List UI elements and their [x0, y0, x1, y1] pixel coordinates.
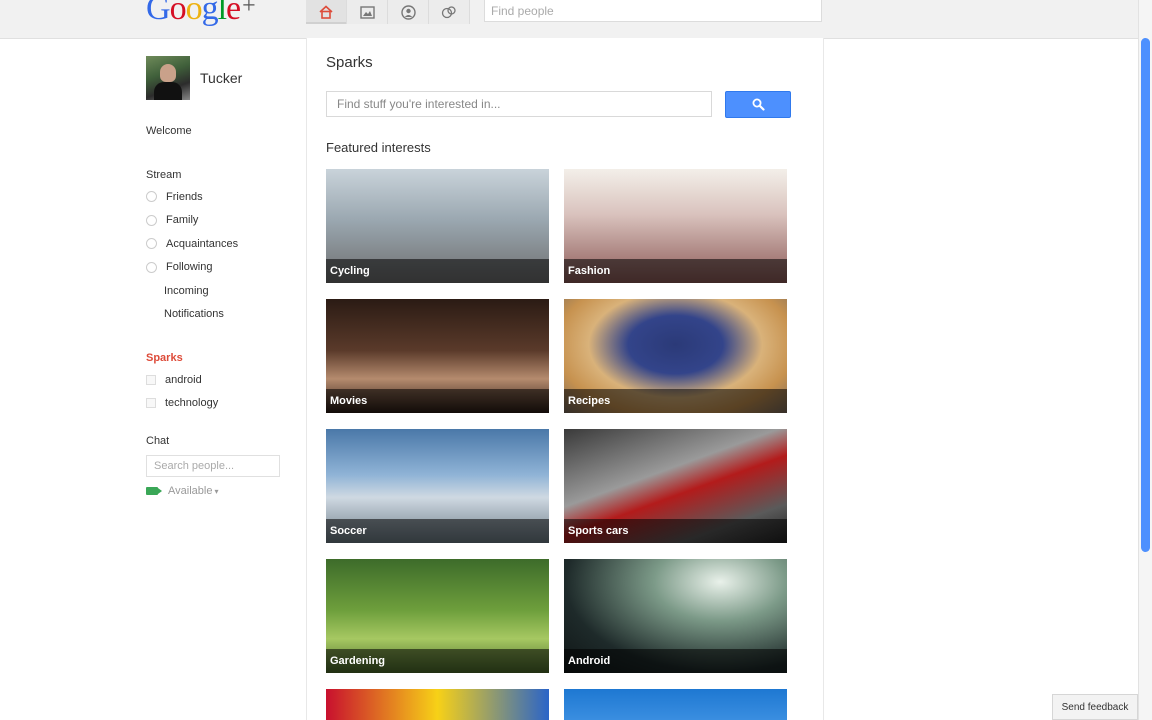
interest-tile-fashion[interactable]: Fashion	[564, 169, 787, 283]
logo-letter: o	[169, 0, 187, 27]
video-camera-icon	[146, 487, 162, 495]
chat-status-label: Available	[168, 485, 213, 497]
interest-caption: Fashion	[564, 259, 787, 283]
google-plus-logo[interactable]: Google+	[146, 0, 256, 28]
nav-photos[interactable]	[347, 0, 388, 24]
stream-item-friends[interactable]: Friends	[146, 185, 296, 209]
profile-name[interactable]: Tucker	[200, 70, 242, 86]
stream-heading[interactable]: Stream	[146, 165, 296, 185]
interest-tile-partial[interactable]	[564, 689, 787, 720]
search-button[interactable]	[725, 91, 791, 118]
interest-tile-gardening[interactable]: Gardening	[326, 559, 549, 673]
logo-letter: o	[185, 0, 203, 27]
interest-tile-soccer[interactable]: Soccer	[326, 429, 549, 543]
welcome-link[interactable]: Welcome	[146, 120, 296, 143]
interest-caption: Movies	[326, 389, 549, 413]
interest-caption: Cycling	[326, 259, 549, 283]
checkbox-icon	[146, 374, 156, 385]
interest-tile-android[interactable]: Android	[564, 559, 787, 673]
stream-item-label: Family	[166, 214, 199, 227]
stream-item-label: Notifications	[164, 308, 224, 321]
radio-icon	[146, 214, 157, 226]
featured-interests-heading: Featured interests	[326, 140, 431, 155]
main-panel: Sparks Featured interests Cycling Fashio…	[306, 38, 824, 720]
stream-item-label: Following	[166, 261, 213, 274]
interest-tile-partial[interactable]	[326, 689, 549, 720]
logo-letter: e	[226, 0, 241, 27]
interest-caption: Gardening	[326, 649, 549, 673]
chat-search-input[interactable]	[146, 455, 280, 477]
interest-tile-sports-cars[interactable]: Sports cars	[564, 429, 787, 543]
logo-letter: G	[146, 0, 171, 27]
interest-tile-recipes[interactable]: Recipes	[564, 299, 787, 413]
interest-caption: Android	[564, 649, 787, 673]
stream-item-acquaintances[interactable]: Acquaintances	[146, 232, 296, 256]
chevron-down-icon: ▾	[214, 486, 219, 496]
send-feedback-button[interactable]: Send feedback	[1052, 694, 1138, 720]
interest-caption: Soccer	[326, 519, 549, 543]
chat-heading: Chat	[146, 435, 170, 447]
stream-item-following[interactable]: Following	[146, 256, 296, 280]
spark-item-android[interactable]: android	[146, 368, 296, 392]
avatar[interactable]	[146, 56, 190, 100]
stream-item-label: Acquaintances	[166, 237, 239, 250]
nav-circles[interactable]	[429, 0, 470, 24]
top-nav	[306, 0, 470, 24]
interest-caption: Sports cars	[564, 519, 787, 543]
top-bar: Google+	[0, 0, 1138, 39]
spark-item-label: android	[165, 373, 202, 386]
interest-tile-cycling[interactable]: Cycling	[326, 169, 549, 283]
home-icon	[319, 5, 333, 19]
radio-icon	[146, 261, 157, 273]
nav-profile[interactable]	[388, 0, 429, 24]
page-scrollbar[interactable]	[1138, 0, 1152, 720]
stream-item-incoming[interactable]: Incoming	[146, 279, 296, 303]
stream-item-family[interactable]: Family	[146, 209, 296, 233]
nav-home[interactable]	[306, 0, 347, 24]
interest-search-input[interactable]	[326, 91, 712, 117]
stream-item-label: Friends	[166, 190, 203, 203]
profile-block[interactable]: Tucker	[146, 56, 296, 100]
find-people-input[interactable]	[484, 0, 822, 22]
photos-icon	[359, 5, 375, 19]
spark-item-technology[interactable]: technology	[146, 392, 296, 416]
search-icon	[752, 98, 765, 111]
radio-icon	[146, 191, 157, 203]
stream-item-label: Incoming	[164, 284, 209, 297]
sparks-heading[interactable]: Sparks	[146, 348, 296, 368]
circles-icon	[441, 5, 456, 18]
radio-icon	[146, 238, 157, 250]
checkbox-icon	[146, 398, 156, 409]
logo-letter: g	[201, 0, 219, 27]
spark-item-label: technology	[165, 397, 219, 410]
stream-item-notifications[interactable]: Notifications	[146, 303, 296, 327]
left-sidebar: Tucker Welcome Stream Friends Family Acq…	[146, 56, 296, 497]
interest-caption: Recipes	[564, 389, 787, 413]
logo-letter: +	[242, 0, 256, 19]
interest-tile-movies[interactable]: Movies	[326, 299, 549, 413]
page-title: Sparks	[326, 54, 373, 71]
logo-letter: l	[217, 0, 228, 27]
profile-icon	[400, 4, 416, 20]
scrollbar-thumb[interactable]	[1141, 38, 1150, 552]
chat-status[interactable]: Available ▾	[146, 485, 296, 497]
